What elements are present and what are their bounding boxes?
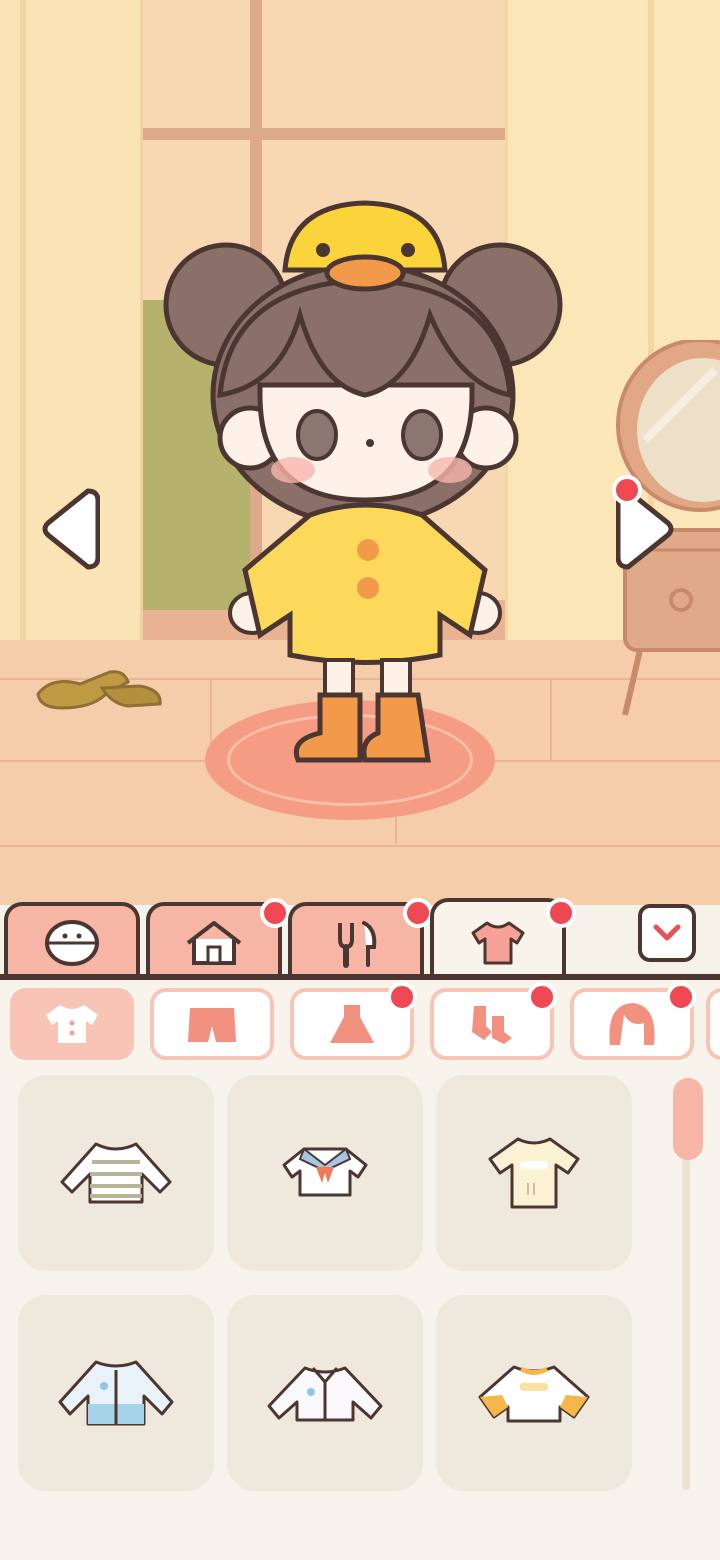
new-badge	[546, 898, 576, 928]
shirt-icon	[471, 921, 525, 965]
white-orange-sweatshirt-icon	[478, 1365, 590, 1423]
subtab-more[interactable]	[706, 988, 720, 1060]
face-icon	[45, 920, 99, 966]
tab-face[interactable]	[4, 902, 140, 980]
window-transom	[120, 128, 520, 140]
cream-tshirt-icon	[488, 1137, 580, 1209]
new-badge	[403, 898, 433, 928]
pants-icon	[188, 1008, 236, 1042]
subtab-bottoms[interactable]	[150, 988, 274, 1060]
chevron-down-icon	[653, 924, 681, 941]
item-sailor-top[interactable]	[227, 1075, 423, 1271]
blue-open-shirt-icon	[58, 1360, 174, 1426]
socks-on-floor	[36, 670, 162, 710]
house-icon	[186, 921, 242, 965]
sailor-top-icon	[282, 1147, 368, 1197]
new-badge	[387, 982, 417, 1012]
subtab-tops[interactable]	[10, 988, 134, 1060]
new-badge	[612, 475, 642, 505]
category-tabbar	[0, 898, 720, 984]
dressup-scene	[0, 0, 720, 905]
item-white-orange-sweatshirt[interactable]	[436, 1295, 632, 1491]
dress-icon	[330, 1005, 374, 1043]
hair-icon	[609, 1003, 655, 1045]
item-white-jacket[interactable]	[227, 1295, 423, 1491]
white-jacket-icon	[267, 1366, 383, 1422]
top-icon	[46, 1005, 98, 1043]
scrollbar-track[interactable]	[682, 1110, 690, 1490]
food-icon	[338, 921, 377, 968]
subcategory-bar	[0, 980, 720, 1070]
item-blue-open-shirt[interactable]	[18, 1295, 214, 1491]
socks-icon	[472, 1006, 512, 1044]
new-badge	[527, 982, 557, 1012]
item-striped-longsleeve[interactable]	[18, 1075, 214, 1271]
striped-longsleeve-icon	[60, 1142, 172, 1204]
item-grid	[0, 1070, 720, 1560]
character	[163, 200, 563, 763]
collapse-panel-button[interactable]	[638, 904, 696, 962]
new-badge	[666, 982, 696, 1012]
prev-outfit-arrow-icon[interactable]	[38, 485, 100, 573]
new-badge	[260, 898, 290, 928]
scrollbar-thumb[interactable]	[673, 1078, 703, 1160]
item-cream-tshirt[interactable]	[436, 1075, 632, 1271]
